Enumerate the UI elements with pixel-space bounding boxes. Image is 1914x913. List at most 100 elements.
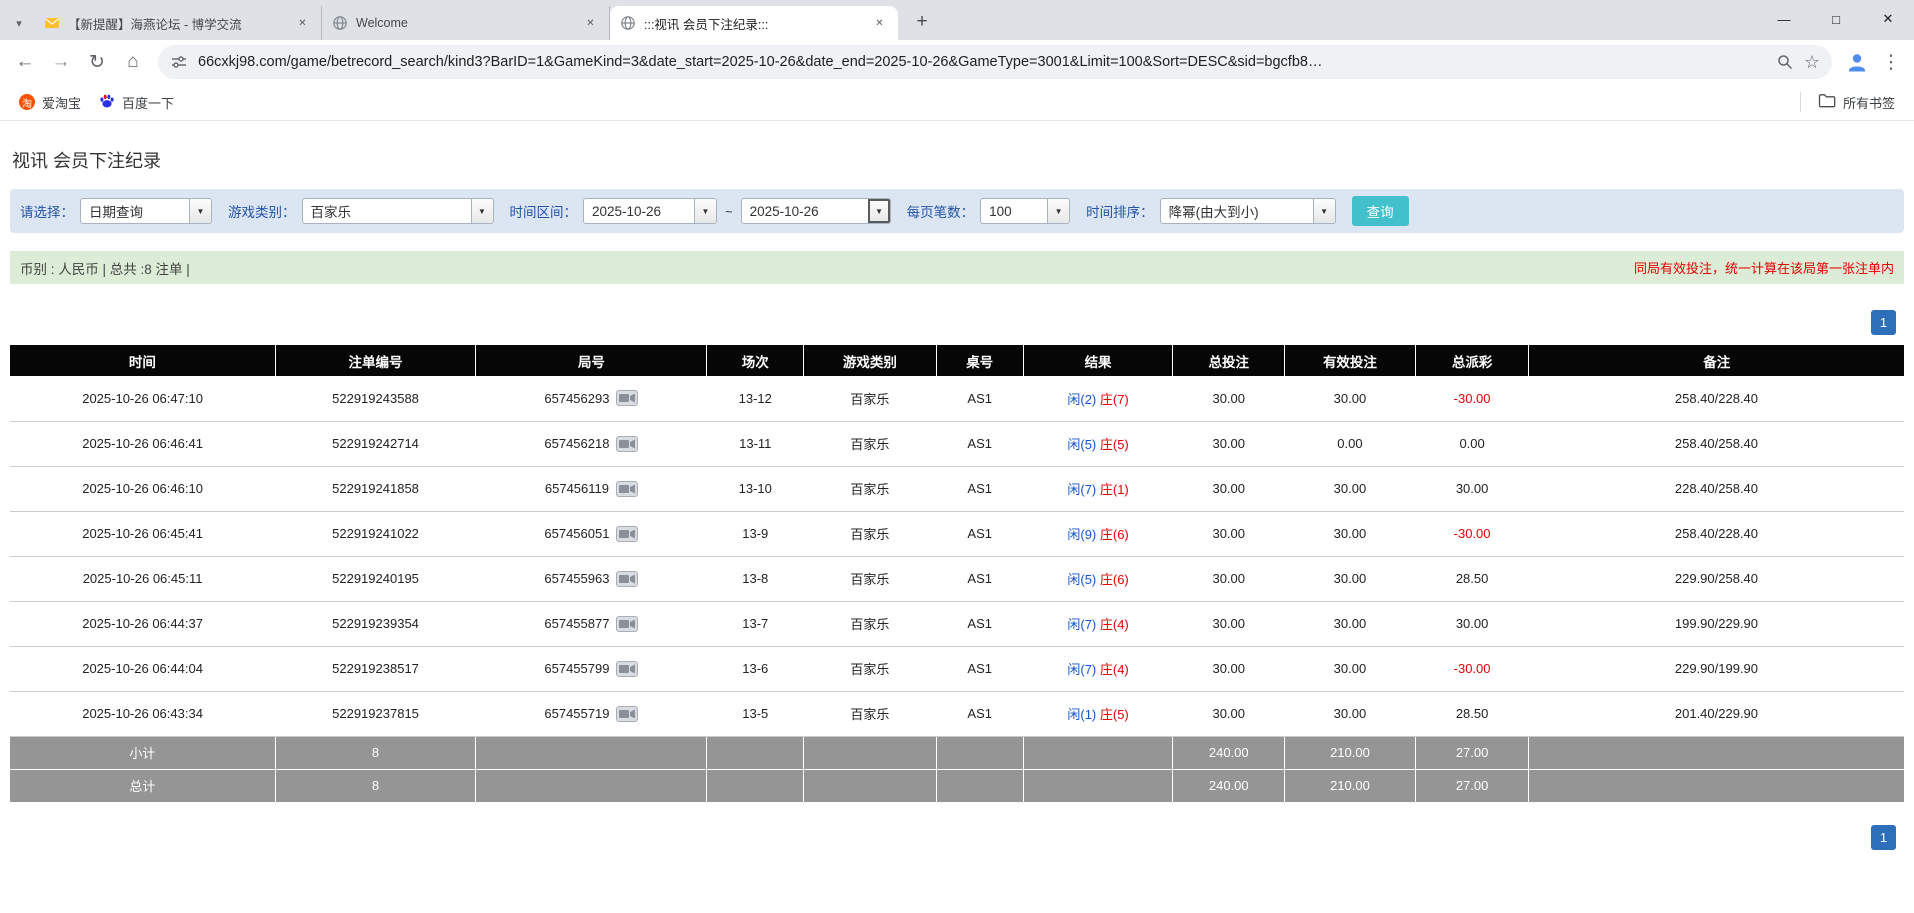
result-player-link[interactable]: 闲(2) bbox=[1067, 392, 1096, 407]
address-bar[interactable]: 66cxkj98.com/game/betrecord_search/kind3… bbox=[158, 45, 1832, 79]
tab-close-icon[interactable]: ✕ bbox=[582, 15, 599, 32]
cell-total-bet-link[interactable]: 30.00 bbox=[1173, 511, 1285, 556]
result-banker-link[interactable]: 庄(6) bbox=[1100, 572, 1129, 587]
round-number-group: 657455799 bbox=[544, 661, 638, 677]
cell-bet-number: 522919241022 bbox=[275, 511, 476, 556]
back-icon[interactable]: ← bbox=[8, 45, 42, 79]
date-start-combo[interactable]: 2025-10-26 ▼ bbox=[583, 198, 717, 224]
result-player-link[interactable]: 闲(7) bbox=[1067, 617, 1096, 632]
cell-total-bet-link[interactable]: 30.00 bbox=[1173, 376, 1285, 421]
all-bookmarks-label: 所有书签 bbox=[1843, 93, 1895, 112]
result-banker-link[interactable]: 庄(7) bbox=[1100, 392, 1129, 407]
cell-time: 2025-10-26 06:43:34 bbox=[10, 691, 275, 736]
zoom-icon[interactable] bbox=[1776, 53, 1794, 71]
cell-total-bet-link[interactable]: 30.00 bbox=[1173, 646, 1285, 691]
result-banker-link[interactable]: 庄(1) bbox=[1100, 482, 1129, 497]
cell-total-bet-link[interactable]: 30.00 bbox=[1173, 556, 1285, 601]
profile-avatar-icon[interactable] bbox=[1840, 45, 1874, 79]
video-replay-icon[interactable] bbox=[616, 526, 638, 542]
result-banker-link[interactable]: 庄(5) bbox=[1100, 707, 1129, 722]
result-player-link[interactable]: 闲(5) bbox=[1067, 437, 1096, 452]
cell-bet-number: 522919238517 bbox=[275, 646, 476, 691]
minimize-button[interactable]: — bbox=[1758, 0, 1810, 38]
summary-total-bet: 240.00 bbox=[1173, 769, 1285, 802]
browser-tab-betrecord-active[interactable]: :::视讯 会员下注纪录::: ✕ bbox=[610, 6, 898, 40]
cell-note: 258.40/228.40 bbox=[1529, 376, 1904, 421]
result-player-link[interactable]: 闲(7) bbox=[1067, 482, 1096, 497]
video-replay-glyph bbox=[616, 526, 638, 542]
cell-total-bet-link[interactable]: 30.00 bbox=[1173, 466, 1285, 511]
page-number-button[interactable]: 1 bbox=[1871, 310, 1896, 335]
taobao-icon: 淘 bbox=[19, 94, 35, 110]
site-info-icon[interactable] bbox=[170, 53, 188, 71]
combo-value: 100 bbox=[981, 199, 1047, 223]
url-text[interactable]: 66cxkj98.com/game/betrecord_search/kind3… bbox=[198, 54, 1766, 70]
video-replay-glyph bbox=[616, 571, 638, 587]
result-player-link[interactable]: 闲(9) bbox=[1067, 527, 1096, 542]
game-type-combo[interactable]: 百家乐 ▼ bbox=[302, 198, 494, 224]
filter-sort: 时间排序： 降幂(由大到小) ▼ bbox=[1086, 198, 1336, 224]
all-bookmarks-button[interactable]: 所有书签 bbox=[1809, 89, 1904, 116]
page-number-button[interactable]: 1 bbox=[1871, 825, 1896, 850]
video-replay-icon[interactable] bbox=[616, 436, 638, 452]
chevron-down-icon[interactable]: ▼ bbox=[1047, 199, 1069, 223]
tab-close-icon[interactable]: ✕ bbox=[294, 15, 311, 32]
search-button[interactable]: 查询 bbox=[1352, 196, 1409, 226]
video-replay-icon[interactable] bbox=[616, 390, 638, 406]
result-banker-link[interactable]: 庄(5) bbox=[1100, 437, 1129, 452]
chevron-down-icon[interactable]: ▼ bbox=[694, 199, 716, 223]
cell-round-number: 657456293 bbox=[476, 376, 707, 421]
result-player-link[interactable]: 闲(1) bbox=[1067, 707, 1096, 722]
chevron-down-icon[interactable]: ▼ bbox=[868, 199, 890, 223]
bookmark-star-icon[interactable]: ☆ bbox=[1804, 52, 1820, 73]
tab-close-icon[interactable]: ✕ bbox=[871, 15, 888, 32]
summary-info-bar: 币别 : 人民币 | 总共 :8 注单 | 同局有效投注，统一计算在该局第一张注… bbox=[10, 251, 1904, 284]
result-player-link[interactable]: 闲(7) bbox=[1067, 662, 1096, 677]
result-banker-link[interactable]: 庄(4) bbox=[1100, 617, 1129, 632]
cell-total-bet-link[interactable]: 30.00 bbox=[1173, 691, 1285, 736]
per-page-combo[interactable]: 100 ▼ bbox=[980, 198, 1070, 224]
summary-valid-bet: 210.00 bbox=[1285, 769, 1416, 802]
sort-combo[interactable]: 降幂(由大到小) ▼ bbox=[1160, 198, 1336, 224]
bookmark-taobao[interactable]: 淘 爱淘宝 bbox=[10, 89, 90, 116]
query-mode-combo[interactable]: 日期查询 ▼ bbox=[80, 198, 212, 224]
forward-icon[interactable]: → bbox=[44, 45, 78, 79]
cell-bet-number: 522919241858 bbox=[275, 466, 476, 511]
column-header: 时间 bbox=[10, 345, 275, 376]
round-number-group: 657455963 bbox=[544, 571, 638, 587]
result-player-link[interactable]: 闲(5) bbox=[1067, 572, 1096, 587]
cell-bet-number: 522919239354 bbox=[275, 601, 476, 646]
refresh-icon[interactable]: ↻ bbox=[80, 45, 114, 79]
close-button[interactable]: ✕ bbox=[1862, 0, 1914, 38]
new-tab-button[interactable]: + bbox=[908, 8, 936, 36]
result-banker-link[interactable]: 庄(4) bbox=[1100, 662, 1129, 677]
cell-total-bet-link[interactable]: 30.00 bbox=[1173, 421, 1285, 466]
video-replay-icon[interactable] bbox=[616, 616, 638, 632]
video-replay-icon[interactable] bbox=[616, 706, 638, 722]
home-icon[interactable]: ⌂ bbox=[116, 45, 150, 79]
browser-tab-welcome[interactable]: Welcome ✕ bbox=[322, 6, 610, 40]
result-banker-link[interactable]: 庄(6) bbox=[1100, 527, 1129, 542]
range-separator: ~ bbox=[725, 204, 733, 219]
video-replay-icon[interactable] bbox=[616, 571, 638, 587]
cell-result: 闲(7) 庄(4) bbox=[1023, 646, 1173, 691]
date-end-combo[interactable]: 2025-10-26 ▼ bbox=[741, 198, 891, 224]
video-replay-icon[interactable] bbox=[616, 481, 638, 497]
summary-empty-cell bbox=[936, 736, 1023, 769]
chevron-down-icon[interactable]: ▼ bbox=[189, 199, 211, 223]
cell-game-type: 百家乐 bbox=[804, 466, 937, 511]
browser-menu-icon[interactable]: ⋮ bbox=[1876, 45, 1906, 79]
tab-search-chevron-icon[interactable]: ▾ bbox=[4, 6, 34, 40]
cell-session: 13-6 bbox=[707, 646, 804, 691]
chevron-down-icon[interactable]: ▼ bbox=[1313, 199, 1335, 223]
browser-tab-forum[interactable]: 【新提醒】海燕论坛 - 博学交流 ✕ bbox=[34, 6, 322, 40]
currency-total-summary: 币别 : 人民币 | 总共 :8 注单 | bbox=[20, 258, 190, 278]
bookmarks-bar: 淘 爱淘宝 百度一下 所有书签 bbox=[0, 84, 1914, 121]
chevron-down-icon[interactable]: ▼ bbox=[471, 199, 493, 223]
bookmark-baidu[interactable]: 百度一下 bbox=[90, 89, 183, 116]
round-number: 657455877 bbox=[544, 616, 609, 631]
maximize-button[interactable]: □ bbox=[1810, 0, 1862, 38]
cell-round-number: 657455877 bbox=[476, 601, 707, 646]
cell-total-bet-link[interactable]: 30.00 bbox=[1173, 601, 1285, 646]
video-replay-icon[interactable] bbox=[616, 661, 638, 677]
